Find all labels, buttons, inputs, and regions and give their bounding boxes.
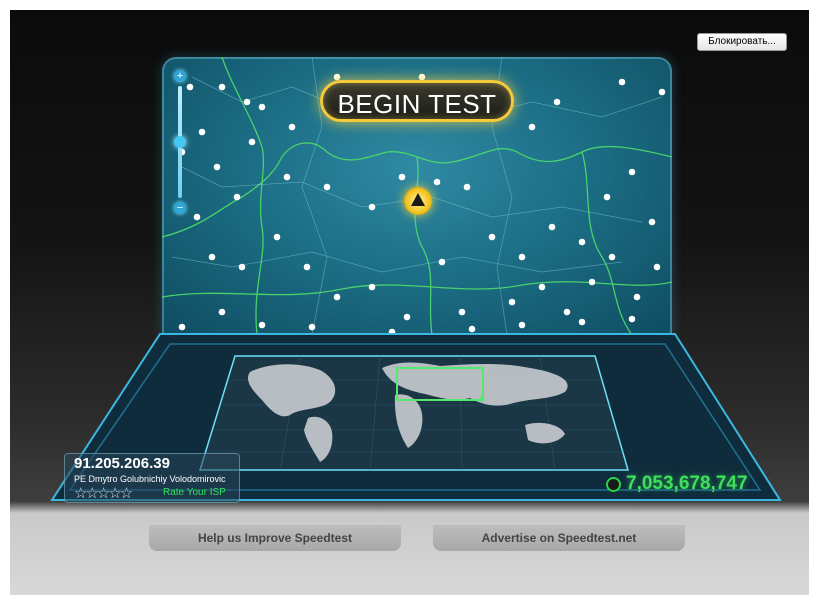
zoom-out-minus-icon[interactable]: − bbox=[174, 202, 186, 214]
server-dot[interactable] bbox=[283, 173, 291, 181]
server-dot[interactable] bbox=[303, 263, 311, 271]
server-dot[interactable] bbox=[603, 193, 611, 201]
server-dot[interactable] bbox=[578, 318, 586, 326]
server-dot[interactable] bbox=[193, 213, 201, 221]
server-dot[interactable] bbox=[438, 258, 446, 266]
server-dot[interactable] bbox=[213, 163, 221, 171]
rate-isp-link[interactable]: Rate Your ISP bbox=[163, 487, 226, 498]
server-dot[interactable] bbox=[273, 233, 281, 241]
server-dot[interactable] bbox=[243, 98, 251, 106]
server-dot[interactable] bbox=[633, 293, 641, 301]
server-dot[interactable] bbox=[238, 263, 246, 271]
server-dot[interactable] bbox=[563, 308, 571, 316]
server-dot[interactable] bbox=[553, 98, 561, 106]
server-dot[interactable] bbox=[186, 83, 194, 91]
server-dot[interactable] bbox=[578, 238, 586, 246]
server-dot[interactable] bbox=[458, 308, 466, 316]
server-dot[interactable] bbox=[198, 128, 206, 136]
server-dot[interactable] bbox=[648, 218, 656, 226]
help-improve-tab[interactable]: Help us Improve Speedtest bbox=[149, 525, 401, 551]
selected-server-triangle-icon[interactable] bbox=[404, 187, 432, 215]
server-dot[interactable] bbox=[608, 253, 616, 261]
isp-rating-star-icons[interactable]: ☆☆☆☆☆ bbox=[74, 484, 133, 502]
tests-counter: 7,053,678,747 bbox=[626, 473, 748, 494]
server-dot[interactable] bbox=[258, 321, 266, 329]
server-dot[interactable] bbox=[218, 308, 226, 316]
server-dot[interactable] bbox=[178, 323, 186, 331]
server-dot[interactable] bbox=[323, 183, 331, 191]
server-dot[interactable] bbox=[628, 315, 636, 323]
server-dot[interactable] bbox=[548, 223, 556, 231]
server-dot[interactable] bbox=[653, 263, 661, 271]
server-dot[interactable] bbox=[628, 168, 636, 176]
ip-address: 91.205.206.39 bbox=[74, 455, 170, 472]
server-dot[interactable] bbox=[208, 253, 216, 261]
zoom-in-plus-icon[interactable]: + bbox=[174, 70, 186, 82]
advertise-tab[interactable]: Advertise on Speedtest.net bbox=[433, 525, 685, 551]
server-dot[interactable] bbox=[588, 278, 596, 286]
server-dot[interactable] bbox=[658, 88, 666, 96]
server-dot[interactable] bbox=[398, 173, 406, 181]
server-dot[interactable] bbox=[248, 138, 256, 146]
server-dot[interactable] bbox=[258, 103, 266, 111]
isp-name: PE Dmytro Golubnichiy Volodomirovic bbox=[74, 474, 226, 484]
server-dot[interactable] bbox=[333, 293, 341, 301]
server-dot[interactable] bbox=[518, 321, 526, 329]
zoom-slider[interactable]: + − bbox=[174, 70, 186, 220]
server-dot[interactable] bbox=[618, 78, 626, 86]
server-dot[interactable] bbox=[538, 283, 546, 291]
server-dot[interactable] bbox=[488, 233, 496, 241]
server-dot[interactable] bbox=[368, 203, 376, 211]
server-dot[interactable] bbox=[388, 328, 396, 335]
server-dot[interactable] bbox=[518, 253, 526, 261]
server-dot[interactable] bbox=[308, 323, 316, 331]
globe-icon bbox=[606, 477, 621, 492]
server-dot[interactable] bbox=[403, 313, 411, 321]
server-dot[interactable] bbox=[468, 325, 476, 333]
server-dot[interactable] bbox=[233, 193, 241, 201]
server-dot[interactable] bbox=[368, 283, 376, 291]
server-dot[interactable] bbox=[433, 178, 441, 186]
triangle-icon bbox=[411, 193, 425, 206]
zoom-handle[interactable] bbox=[174, 136, 186, 148]
begin-test-button[interactable]: BEGIN TEST bbox=[320, 80, 514, 122]
server-dot[interactable] bbox=[528, 123, 536, 131]
server-dot[interactable] bbox=[218, 83, 226, 91]
server-dot[interactable] bbox=[508, 298, 516, 306]
server-dot[interactable] bbox=[288, 123, 296, 131]
block-button[interactable]: Блокировать... bbox=[697, 33, 787, 51]
server-dot[interactable] bbox=[463, 183, 471, 191]
